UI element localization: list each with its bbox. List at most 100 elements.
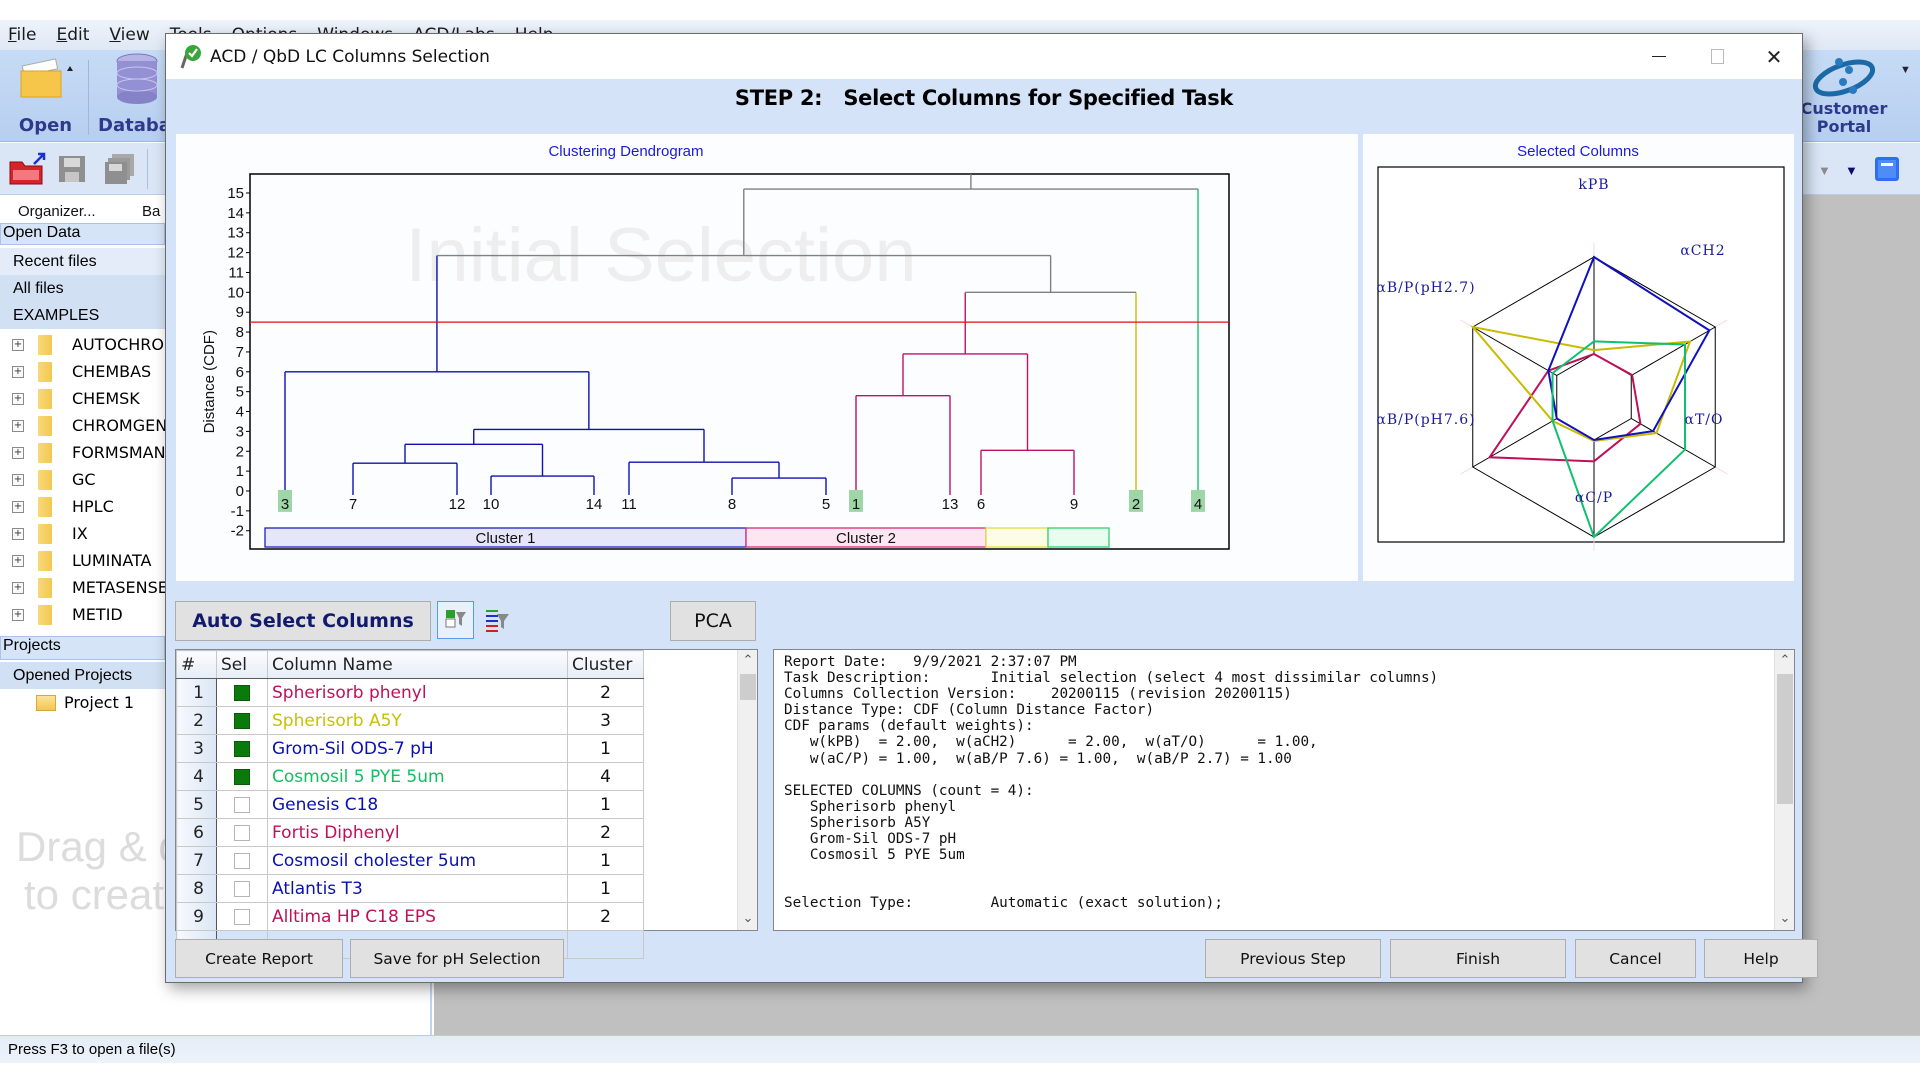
cluster-bar [985,527,1049,548]
menu-edit[interactable]: Edit [56,25,89,45]
row-index: 2 [176,706,217,735]
header-cluster[interactable]: Cluster [567,650,644,679]
database-button[interactable]: Databas [96,50,176,142]
sidebar-item-all-files[interactable]: All files [0,275,165,302]
dropdown-gray-icon[interactable]: ▼ [1818,163,1831,178]
select-checkbox[interactable] [234,712,250,729]
report-scrollbar[interactable]: ⌃ ⌄ [1774,650,1794,930]
help-button[interactable]: Help [1704,939,1818,978]
pca-button[interactable]: PCA [670,601,756,641]
maximize-button[interactable] [1687,34,1747,79]
header-index[interactable]: # [176,650,217,679]
expand-icon[interactable]: + [12,527,24,540]
leaf-label: 2 [1132,496,1140,513]
table-row[interactable]: 5 Genesis C18 1 [176,790,644,819]
folder-item[interactable]: + IX [12,520,88,547]
select-checkbox[interactable] [234,684,250,701]
table-row[interactable]: 6 Fortis Diphenyl 2 [176,818,644,847]
projects-header: Projects [0,636,165,660]
header-column-name[interactable]: Column Name [267,650,568,679]
table-row[interactable]: 2 Spherisorb A5Y 3 [176,706,644,735]
create-report-button[interactable]: Create Report [175,939,343,978]
folder-item[interactable]: + METASENSE [12,574,168,601]
expand-icon[interactable]: + [12,419,24,432]
folder-item[interactable]: + LUMINATA [12,547,152,574]
scroll-down-icon[interactable]: ⌄ [1775,910,1795,928]
table-scrollbar[interactable]: ⌃ ⌄ [737,650,757,930]
cancel-button[interactable]: Cancel [1575,939,1696,978]
select-checkbox[interactable] [234,824,250,841]
report-textarea[interactable]: Report Date: 9/9/2021 2:37:07 PM Task De… [773,649,1795,931]
save-all-icon[interactable] [104,153,136,185]
y-tick-label: 0 [236,483,244,500]
table-row[interactable]: 1 Spherisorb phenyl 2 [176,678,644,707]
expand-icon[interactable]: + [12,392,24,405]
save-for-ph-selection-button[interactable]: Save for pH Selection [350,939,564,978]
open-red-folder-icon[interactable] [8,152,48,186]
sidebar-item-examples[interactable]: EXAMPLES [0,302,165,329]
expand-icon[interactable]: + [12,365,24,378]
filter-cluster-button[interactable] [482,604,516,638]
scroll-thumb[interactable] [1777,674,1793,804]
expand-icon[interactable]: + [12,554,24,567]
menu-view[interactable]: View [109,25,149,45]
select-checkbox[interactable] [234,740,250,757]
select-checkbox[interactable] [234,768,250,785]
expand-icon[interactable]: + [12,500,24,513]
select-checkbox[interactable] [234,880,250,897]
finish-button[interactable]: Finish [1390,939,1566,978]
previous-step-button[interactable]: Previous Step [1205,939,1381,978]
cluster-label: Cluster 1 [475,530,535,547]
row-select-cell [216,846,268,875]
folder-item[interactable]: + HPLC [12,493,114,520]
close-button[interactable]: ✕ [1744,34,1804,79]
customer-portal-button[interactable]: Customer Portal [1800,50,1888,142]
scroll-down-icon[interactable]: ⌄ [738,910,758,928]
open-button[interactable]: Open [8,50,83,142]
folder-label: AUTOCHROM [72,335,178,354]
folder-item[interactable]: + GC [12,466,96,493]
dropdown-navy-icon[interactable]: ▼ [1845,163,1858,178]
y-tick-label: 10 [227,284,244,301]
scroll-up-icon[interactable]: ⌃ [1775,652,1795,670]
expand-icon[interactable]: + [12,473,24,486]
radar-chart: Selected Columns kPB αCH2 αT/O αC/P αB/P(pH7.… [1376,143,1785,551]
window-layout-icon[interactable] [1875,157,1899,181]
expand-icon[interactable]: + [12,446,24,459]
menu-file[interactable]: File [8,25,36,45]
opened-projects[interactable]: Opened Projects [0,662,165,689]
save-icon[interactable] [58,155,86,183]
sidebar-item-recent-files[interactable]: Recent files [0,248,165,275]
scroll-thumb[interactable] [740,674,756,700]
project-1-item[interactable]: Project 1 [36,689,134,716]
ribbon-options-icon[interactable]: ▼ [1900,64,1911,76]
minimize-button[interactable] [1629,34,1689,79]
folder-item[interactable]: + FORMSMAN [12,439,166,466]
folder-item[interactable]: + CHEMBAS [12,358,151,385]
expand-icon[interactable]: + [12,581,24,594]
y-tick-label: -2 [231,523,244,540]
folder-item[interactable]: + METID [12,601,123,628]
filter-selected-button[interactable] [437,601,474,639]
leaf-label: 13 [942,496,959,513]
expand-icon[interactable]: + [12,338,24,351]
select-checkbox[interactable] [234,908,250,925]
folder-item[interactable]: + CHEMSK [12,385,140,412]
auto-select-columns-button[interactable]: Auto Select Columns [175,601,431,641]
folder-item[interactable]: + AUTOCHROM [12,331,178,358]
sidebar-tab-ba[interactable]: Ba [142,203,160,220]
expand-icon[interactable]: + [12,608,24,621]
table-row[interactable]: 8 Atlantis T3 1 [176,874,644,903]
table-row[interactable]: 4 Cosmosil 5 PYE 5um 4 [176,762,644,791]
folder-item[interactable]: + CHROMGEN [12,412,167,439]
header-sel[interactable]: Sel [216,650,268,679]
cluster-cell: 1 [567,846,644,875]
scroll-up-icon[interactable]: ⌃ [738,652,758,670]
radar-axis-label: kPB [1578,177,1609,193]
table-row[interactable]: 7 Cosmosil cholester 5um 1 [176,846,644,875]
select-checkbox[interactable] [234,796,250,813]
sidebar-tab-organizer[interactable]: Organizer... [18,203,96,220]
table-row[interactable]: 9 Alltima HP C18 EPS 2 [176,902,644,931]
select-checkbox[interactable] [234,852,250,869]
table-row[interactable]: 3 Grom-Sil ODS-7 pH 1 [176,734,644,763]
